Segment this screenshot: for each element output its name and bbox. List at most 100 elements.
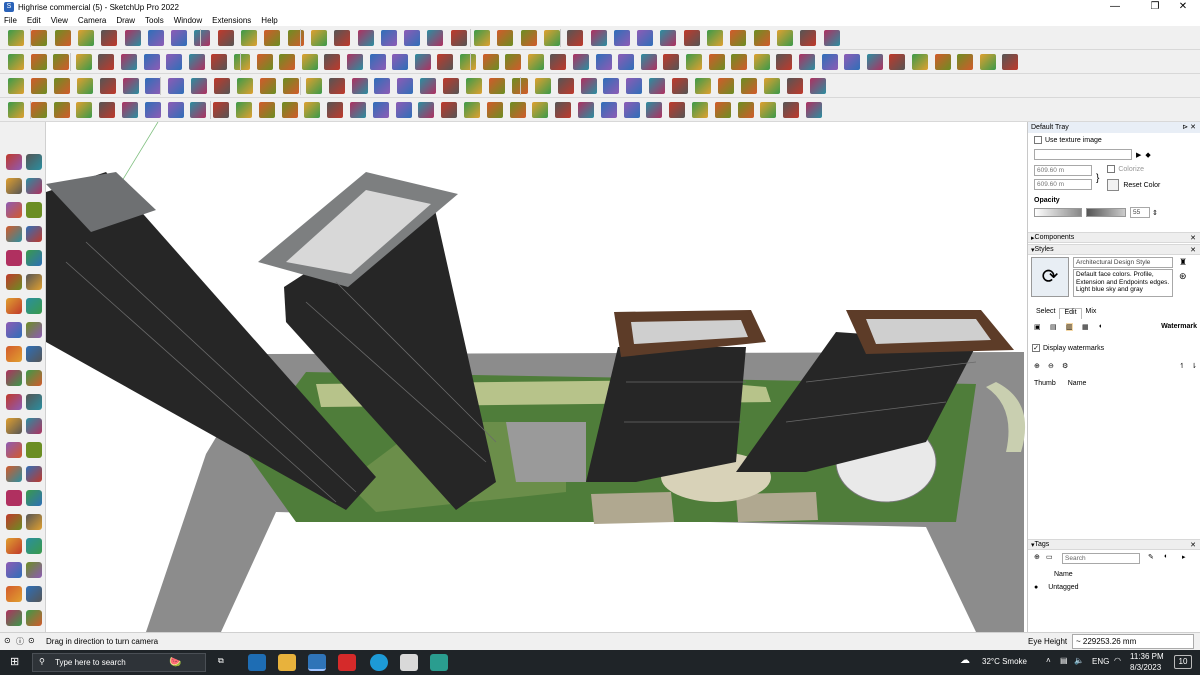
large-tool-icon[interactable] <box>6 274 22 290</box>
large-tool-icon[interactable] <box>26 514 42 530</box>
menu-file[interactable]: File <box>4 16 17 25</box>
add-watermark-icon[interactable]: ⊕ <box>1034 362 1040 370</box>
tb4-tool-icon[interactable] <box>350 102 366 118</box>
tb1-tool-icon[interactable] <box>8 30 24 46</box>
large-tool-icon[interactable] <box>6 346 22 362</box>
tb4-tool-icon[interactable] <box>532 102 549 118</box>
tb1-tool-icon[interactable] <box>357 30 374 46</box>
tb1-tool-icon[interactable] <box>450 30 467 46</box>
tb3-tool-icon[interactable] <box>351 78 368 94</box>
calculator-app-icon[interactable] <box>248 654 266 671</box>
tb4-tool-icon[interactable] <box>578 102 594 118</box>
large-tool-icon[interactable] <box>26 274 42 290</box>
tb1-tool-icon[interactable] <box>217 30 234 46</box>
tb2-tool-icon[interactable] <box>527 54 544 70</box>
tb1-tool-icon[interactable] <box>404 30 421 46</box>
weather-icon[interactable]: ☁ <box>960 655 970 666</box>
tb2-tool-icon[interactable] <box>640 54 657 70</box>
face-settings-icon[interactable]: ▤ <box>1050 323 1057 331</box>
tb3-tool-icon[interactable] <box>580 78 597 94</box>
tb3-tool-icon[interactable] <box>305 78 322 94</box>
large-tool-icon[interactable] <box>26 466 42 482</box>
model-viewport[interactable] <box>46 122 1026 632</box>
tb3-tool-icon[interactable] <box>397 78 414 94</box>
style-name-field[interactable]: Architectural Design Style <box>1073 257 1173 268</box>
notification-center-icon[interactable]: 10 <box>1174 655 1192 669</box>
tb1-tool-icon[interactable] <box>683 30 700 46</box>
tb4-tool-icon[interactable] <box>600 102 617 118</box>
tb4-tool-icon[interactable] <box>737 102 754 118</box>
large-tool-icon[interactable] <box>26 178 42 194</box>
large-tool-icon[interactable] <box>26 418 42 434</box>
tb3-tool-icon[interactable] <box>30 78 47 94</box>
menu-window[interactable]: Window <box>174 16 202 25</box>
tb1-tool-icon[interactable] <box>264 30 281 46</box>
tb4-tool-icon[interactable] <box>30 102 47 118</box>
tag-pencil-icon[interactable]: ✎ <box>1148 553 1154 561</box>
taskbar-search[interactable]: ⚲ Type here to search 🍉 <box>32 653 206 672</box>
tb1-tool-icon[interactable] <box>77 30 94 46</box>
tb4-tool-icon[interactable] <box>783 102 800 118</box>
tb1-tool-icon[interactable] <box>800 30 817 46</box>
tb2-tool-icon[interactable] <box>234 54 250 70</box>
geo-location-icon[interactable]: ⊙ <box>4 636 11 645</box>
tab-mix[interactable]: Mix <box>1082 308 1101 319</box>
tb3-tool-icon[interactable] <box>122 78 139 94</box>
menu-tools[interactable]: Tools <box>145 16 164 25</box>
tb1-tool-icon[interactable] <box>287 30 304 46</box>
tb4-tool-icon[interactable] <box>144 102 161 118</box>
tb2-tool-icon[interactable] <box>482 54 499 70</box>
tags-details-icon[interactable]: ▸ <box>1182 553 1186 561</box>
tb2-tool-icon[interactable] <box>866 54 883 70</box>
close-button[interactable]: ✕ <box>1166 0 1200 14</box>
tb2-tool-icon[interactable] <box>188 54 205 70</box>
opacity-value-field[interactable]: 55 <box>1130 207 1150 218</box>
tb2-tool-icon[interactable] <box>753 54 770 70</box>
tb4-tool-icon[interactable] <box>167 102 184 118</box>
tb4-tool-icon[interactable] <box>99 102 116 118</box>
tb1-tool-icon[interactable] <box>543 30 560 46</box>
tb4-tool-icon[interactable] <box>213 102 230 118</box>
tb2-tool-icon[interactable] <box>324 54 341 70</box>
add-folder-icon[interactable]: ▭ <box>1046 553 1053 561</box>
large-tool-icon[interactable] <box>6 370 22 386</box>
tb3-tool-icon[interactable] <box>717 78 734 94</box>
background-settings-icon[interactable]: ▥ <box>1066 323 1073 331</box>
tb4-tool-icon[interactable] <box>372 102 389 118</box>
tb1-tool-icon[interactable] <box>776 30 793 46</box>
menu-camera[interactable]: Camera <box>78 16 106 25</box>
tb4-tool-icon[interactable] <box>509 102 526 118</box>
large-tool-icon[interactable] <box>6 442 22 458</box>
large-tool-icon[interactable] <box>26 562 42 578</box>
tb1-tool-icon[interactable] <box>31 30 48 46</box>
styles-section-header[interactable]: ▾ Styles ✕ <box>1028 244 1200 255</box>
credits-icon[interactable]: ⓘ <box>16 636 24 647</box>
tb4-tool-icon[interactable] <box>281 102 298 118</box>
tb2-tool-icon[interactable] <box>979 54 996 70</box>
windows-start-icon[interactable]: ⊞ <box>10 655 19 668</box>
move-down-icon[interactable]: ⇂ <box>1191 362 1197 370</box>
user-icon[interactable]: ⊙ <box>28 636 35 645</box>
tb1-tool-icon[interactable] <box>380 30 397 46</box>
tb4-tool-icon[interactable] <box>327 102 344 118</box>
tb2-tool-icon[interactable] <box>844 54 861 70</box>
tb4-tool-icon[interactable] <box>464 102 480 118</box>
tb3-tool-icon[interactable] <box>145 78 162 94</box>
tags-section-header[interactable]: ▾ Tags ✕ <box>1028 539 1200 550</box>
watermark-settings-icon[interactable]: ▦ <box>1082 323 1089 331</box>
menu-edit[interactable]: Edit <box>27 16 41 25</box>
large-tool-icon[interactable] <box>26 154 42 170</box>
tb1-tool-icon[interactable] <box>753 30 770 46</box>
modeling-settings-icon[interactable]: ◖ <box>1098 323 1102 330</box>
large-tool-icon[interactable] <box>26 298 42 314</box>
edit-watermark-icon[interactable]: ⚙ <box>1062 362 1068 370</box>
tb4-tool-icon[interactable] <box>258 102 275 118</box>
tb2-tool-icon[interactable] <box>776 54 793 70</box>
tb3-tool-icon[interactable] <box>374 78 391 94</box>
tb2-tool-icon[interactable] <box>912 54 928 70</box>
tb2-tool-icon[interactable] <box>731 54 748 70</box>
tb3-tool-icon[interactable] <box>695 78 711 94</box>
tb3-tool-icon[interactable] <box>53 78 70 94</box>
large-tool-icon[interactable] <box>6 466 22 482</box>
large-tool-icon[interactable] <box>6 202 22 218</box>
